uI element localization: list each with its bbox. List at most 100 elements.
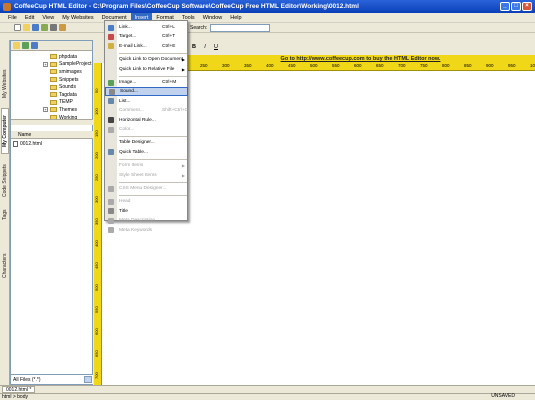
tree-item-label: Sounds [59,84,76,91]
menu-item-css-menu-designer: CSS Menu Designer... [105,184,188,193]
menu-item-label: Quick Table... [119,149,148,155]
view-icon[interactable] [31,42,38,49]
menu-item-shortcut: Ctrl+E [162,43,176,49]
link-icon [108,24,114,31]
save-icon[interactable] [32,24,39,31]
search-input[interactable] [210,24,270,32]
menu-item-target[interactable]: Target... Ctrl+T [105,32,188,41]
file-browser-toolbar [11,41,92,51]
folder-icon [50,69,57,75]
bold-button[interactable]: B [190,44,198,50]
status-breadcrumb: html > body [2,394,28,400]
tree-item[interactable]: Sounds [11,83,93,91]
css-icon [108,185,114,192]
menu-separator [119,181,187,183]
menu-my-websites[interactable]: My Websites [58,13,97,23]
tab-my-websites[interactable]: My Websites [1,64,9,104]
menu-item-head: Head [105,197,188,206]
file-filter-value: All Files (*.*) [13,377,41,383]
format-toolbar: B I U [190,44,220,50]
head-icon [108,198,114,205]
tree-item[interactable]: smimages [11,68,93,76]
menu-item-comment: Comment... Shift+Ctrl+C [105,106,188,115]
tree-item[interactable]: TEMP [11,99,93,107]
file-item[interactable]: 0012.html [13,141,42,147]
sound-icon [109,88,115,95]
menu-file[interactable]: File [4,13,21,23]
menu-item-image[interactable]: Image... Ctrl+M [105,78,188,87]
tab-code-snippets[interactable]: Code Snippets [1,158,9,204]
minimize-button[interactable]: _ [500,2,510,11]
close-button[interactable]: × [522,2,532,11]
tree-item-label: Tagdata [59,91,77,98]
title-icon [108,208,114,215]
tab-my-computer[interactable]: My Computer [1,108,9,154]
italic-button[interactable]: I [201,44,209,50]
tree-item[interactable]: Snippets [11,76,93,84]
document-tab[interactable]: 0012.html * [2,386,36,393]
email-icon [108,43,114,50]
expand-icon[interactable]: + [43,107,48,113]
ruler-tick-label: 900 [486,63,494,68]
new-file-icon[interactable] [14,24,21,31]
menu-item-shortcut: Shift+Ctrl+C [162,108,189,114]
ruler-tick-label: 950 [508,63,516,68]
menu-item-quick-link-to-relative-file[interactable]: Quick Link to Relative File ▶ [105,65,188,74]
tab-tags[interactable]: Tags [1,206,9,224]
buy-now-banner[interactable]: Go to http://www.coffeecup.com to buy th… [186,55,535,63]
menu-item-shortcut: Ctrl+T [162,34,176,40]
menu-item-title[interactable]: Title [105,207,188,216]
menu-separator [119,52,187,54]
menu-item-label: List... [119,98,131,104]
menu-item-e-mail-link[interactable]: E-mail Link... Ctrl+E [105,42,188,51]
file-name: 0012.html [20,141,42,147]
folder-icon [50,77,57,83]
folder-tree[interactable]: phpdata + SampleProject smimages Snippets Sou… [11,53,93,119]
ruler-tick-label: 250 [94,174,99,181]
vertical-ruler: 50 100 150 200 250 300 350 400 450 500 550 600 650 70… [94,63,102,385]
menu-item-table-designer[interactable]: Table Designer... [105,138,188,147]
folder-up-icon[interactable] [13,42,20,49]
file-filter-select[interactable]: All Files (*.*) [11,374,93,384]
folder-icon [50,107,57,113]
chevron-down-icon[interactable] [84,376,92,383]
menu-item-list[interactable]: List... [105,97,188,106]
open-folder-icon[interactable] [23,24,30,31]
maximize-button[interactable]: □ [511,2,521,11]
cut-icon[interactable] [50,24,57,31]
copy-icon[interactable] [59,24,66,31]
menu-window[interactable]: Window [199,13,227,23]
insert-menu-dropdown: Link... Ctrl+L Target... Ctrl+T E-mail Link.… [104,20,188,234]
menu-help[interactable]: Help [226,13,245,23]
menu-item-label: Quick Link to Open Document [119,57,183,63]
tree-horizontal-scrollbar[interactable] [11,119,93,125]
menu-item-horizontal-rule[interactable]: Horizontal Rule... [105,116,188,125]
menu-item-label: Title [119,208,128,214]
ruler-tick-label: 300 [94,196,99,203]
menu-item-color: Color... [105,125,188,134]
ruler-tick-label: 700 [94,372,99,379]
tree-item[interactable]: Tagdata [11,91,93,99]
menu-view[interactable]: View [38,13,58,23]
tab-characters[interactable]: Characters [1,250,9,282]
ruler-tick-label: 600 [94,328,99,335]
menu-edit[interactable]: Edit [21,13,38,23]
menu-item-label: CSS Menu Designer... [119,186,167,191]
code-editor[interactable] [186,71,535,385]
print-icon[interactable] [41,24,48,31]
menu-item-quick-table[interactable]: Quick Table... [105,148,188,157]
submenu-arrow-icon: ▶ [181,57,185,63]
tree-item[interactable]: + SampleProject [11,61,93,69]
menu-item-label: Sound... [120,89,138,95]
expand-icon[interactable]: + [43,61,48,67]
menu-item-sound[interactable]: Sound... [105,87,188,97]
refresh-icon[interactable] [22,42,29,49]
menu-item-label: Quick Link to Relative File [119,66,175,72]
menu-item-shortcut: Ctrl+M [162,80,177,85]
tree-item[interactable]: + Themes [11,106,93,114]
file-list-name-header[interactable]: Name [11,131,93,139]
menu-item-link[interactable]: Link... Ctrl+L [105,23,188,32]
underline-button[interactable]: U [212,44,220,50]
menu-item-quick-link-to-open-document[interactable]: Quick Link to Open Document ▶ [105,55,188,64]
tree-item[interactable]: phpdata [11,53,93,61]
